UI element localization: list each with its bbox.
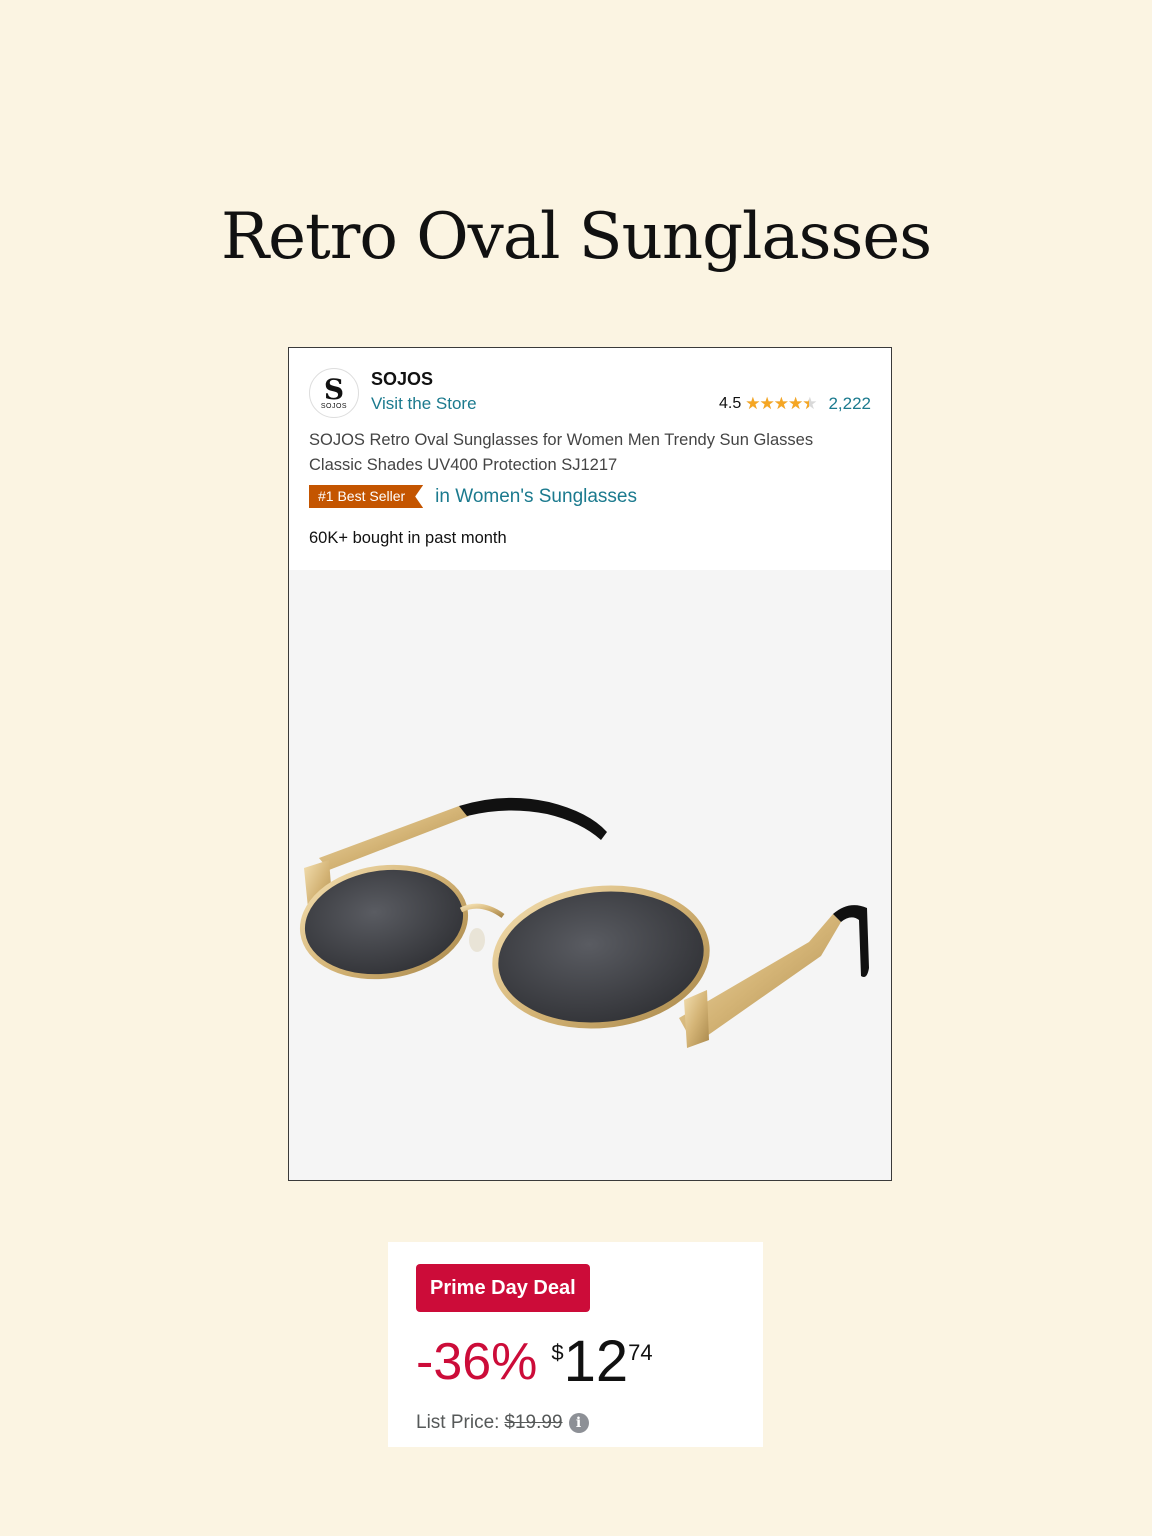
page-title: Retro Oval Sunglasses bbox=[220, 200, 932, 274]
prime-day-deal-badge: Prime Day Deal bbox=[416, 1264, 590, 1312]
brand-logo[interactable]: S SOJOS bbox=[309, 368, 359, 418]
list-price-value: $19.99 bbox=[504, 1412, 563, 1433]
review-count-link[interactable]: 2,222 bbox=[828, 394, 871, 414]
list-price-row: List Price: $19.99 i bbox=[416, 1412, 589, 1434]
list-price-label: List Price: bbox=[416, 1412, 500, 1433]
bought-count: 60K+ bought in past month bbox=[309, 529, 507, 547]
discount-percent: -36% bbox=[416, 1333, 538, 1391]
product-image[interactable] bbox=[289, 570, 891, 1180]
product-card: S SOJOS SOJOS Visit the Store 4.5 ★★★★★ … bbox=[288, 347, 892, 1181]
price-fraction: 74 bbox=[628, 1340, 653, 1365]
star-rating-icon[interactable]: ★★★★★ ★★★★★ bbox=[745, 395, 817, 413]
rating-value: 4.5 bbox=[719, 395, 742, 412]
price-whole: 12 bbox=[563, 1329, 629, 1394]
deal-price: $ 12 74 bbox=[551, 1330, 652, 1394]
price-row: -36% $ 12 74 bbox=[416, 1330, 653, 1394]
best-seller-category-link[interactable]: in Women's Sunglasses bbox=[435, 486, 637, 508]
price-currency: $ bbox=[551, 1340, 564, 1365]
info-icon[interactable]: i bbox=[568, 1413, 589, 1433]
product-title[interactable]: SOJOS Retro Oval Sunglasses for Women Me… bbox=[309, 428, 869, 478]
product-header: S SOJOS SOJOS Visit the Store 4.5 ★★★★★ … bbox=[289, 348, 891, 570]
best-seller-badge: #1 Best Seller bbox=[309, 485, 424, 508]
brand-name: SOJOS bbox=[371, 369, 434, 389]
best-seller-row: #1 Best Seller in Women's Sunglasses bbox=[309, 485, 637, 508]
rating: 4.5 ★★★★★ ★★★★★ 2,222 bbox=[719, 394, 871, 414]
logo-mark: S bbox=[323, 372, 345, 406]
logo-text: SOJOS bbox=[320, 402, 348, 410]
deal-price-box: Prime Day Deal -36% $ 12 74 List Price: … bbox=[388, 1242, 763, 1447]
sunglasses-image bbox=[299, 797, 869, 1048]
visit-store-link[interactable]: Visit the Store bbox=[371, 394, 477, 414]
